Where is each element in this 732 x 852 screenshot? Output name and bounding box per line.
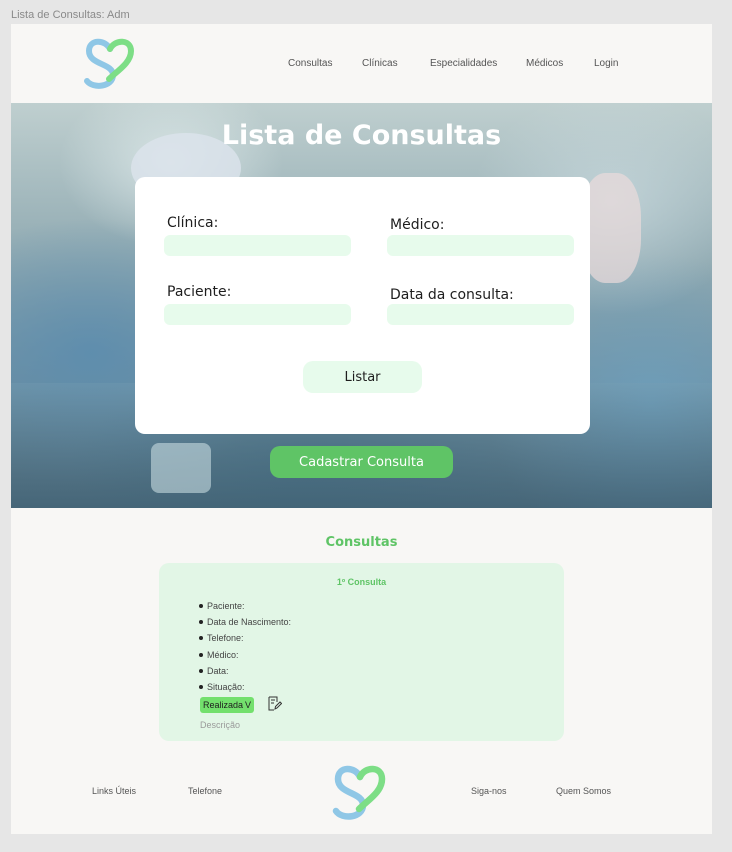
situacao-select[interactable]: Realizada V [200, 697, 254, 713]
bullet-icon [199, 652, 203, 657]
footer-links-uteis[interactable]: Links Úteis [92, 786, 136, 796]
field-telefone: Telefone: [207, 633, 244, 644]
page: Consultas Clínicas Especialidades Médico… [11, 24, 712, 834]
data-consulta-input[interactable] [387, 304, 574, 325]
list-item: Médico: [199, 647, 291, 663]
consulta-card: 1º Consulta Paciente: Data de Nascimento… [159, 563, 564, 741]
nav-consultas[interactable]: Consultas [288, 58, 332, 69]
heart-s-logo-icon[interactable] [332, 762, 388, 822]
field-situacao: Situação: [207, 682, 245, 693]
listar-button[interactable]: Listar [303, 361, 422, 393]
consulta-details-list: Paciente: Data de Nascimento: Telefone: … [199, 598, 291, 695]
main-nav: Consultas Clínicas Especialidades Médico… [11, 58, 712, 72]
paciente-label: Paciente: [167, 284, 232, 300]
paciente-input[interactable] [164, 304, 351, 325]
hero-photo-surgeon-cap-right [581, 173, 641, 283]
nav-medicos[interactable]: Médicos [526, 58, 563, 69]
medico-label: Médico: [390, 217, 445, 233]
filter-form-card: Clínica: Médico: Paciente: Data da consu… [135, 177, 590, 434]
consultas-section-title: Consultas [325, 535, 398, 550]
descricao-text[interactable]: Descrição [200, 720, 240, 730]
bullet-icon [199, 636, 203, 641]
nav-especialidades[interactable]: Especialidades [430, 58, 497, 69]
list-item: Data: [199, 663, 291, 679]
list-item: Telefone: [199, 630, 291, 646]
list-item: Data de Nascimento: [199, 614, 291, 630]
cadastrar-consulta-button[interactable]: Cadastrar Consulta [270, 446, 453, 478]
hero-banner: Lista de Consultas Clínica: Médico: Paci… [11, 103, 712, 508]
hero-photo-cup [151, 443, 211, 493]
frame-label: Lista de Consultas: Adm [11, 9, 130, 21]
field-data-nascimento: Data de Nascimento: [207, 617, 292, 628]
page-title: Lista de Consultas [221, 120, 502, 151]
field-paciente: Paciente: [207, 601, 245, 612]
situacao-select-value: Realizada [203, 700, 244, 710]
field-data: Data: [207, 665, 229, 676]
header: Consultas Clínicas Especialidades Médico… [11, 24, 712, 103]
clinica-input[interactable] [164, 235, 351, 256]
nav-login[interactable]: Login [594, 58, 618, 69]
bullet-icon [199, 620, 203, 625]
footer-siga-nos[interactable]: Siga-nos [471, 786, 507, 796]
footer-telefone[interactable]: Telefone [188, 786, 222, 796]
consulta-card-heading: 1º Consulta [336, 577, 387, 587]
edit-note-icon[interactable] [268, 696, 282, 711]
data-consulta-label: Data da consulta: [390, 287, 514, 303]
chevron-down-icon: V [244, 700, 251, 710]
footer-quem-somos[interactable]: Quem Somos [556, 786, 611, 796]
bullet-icon [199, 685, 203, 690]
field-medico: Médico: [207, 649, 239, 660]
clinica-label: Clínica: [167, 215, 219, 231]
medico-input[interactable] [387, 235, 574, 256]
bullet-icon [199, 604, 203, 609]
nav-clinicas[interactable]: Clínicas [362, 58, 398, 69]
list-item: Paciente: [199, 598, 291, 614]
list-item: Situação: [199, 679, 291, 695]
bullet-icon [199, 668, 203, 673]
